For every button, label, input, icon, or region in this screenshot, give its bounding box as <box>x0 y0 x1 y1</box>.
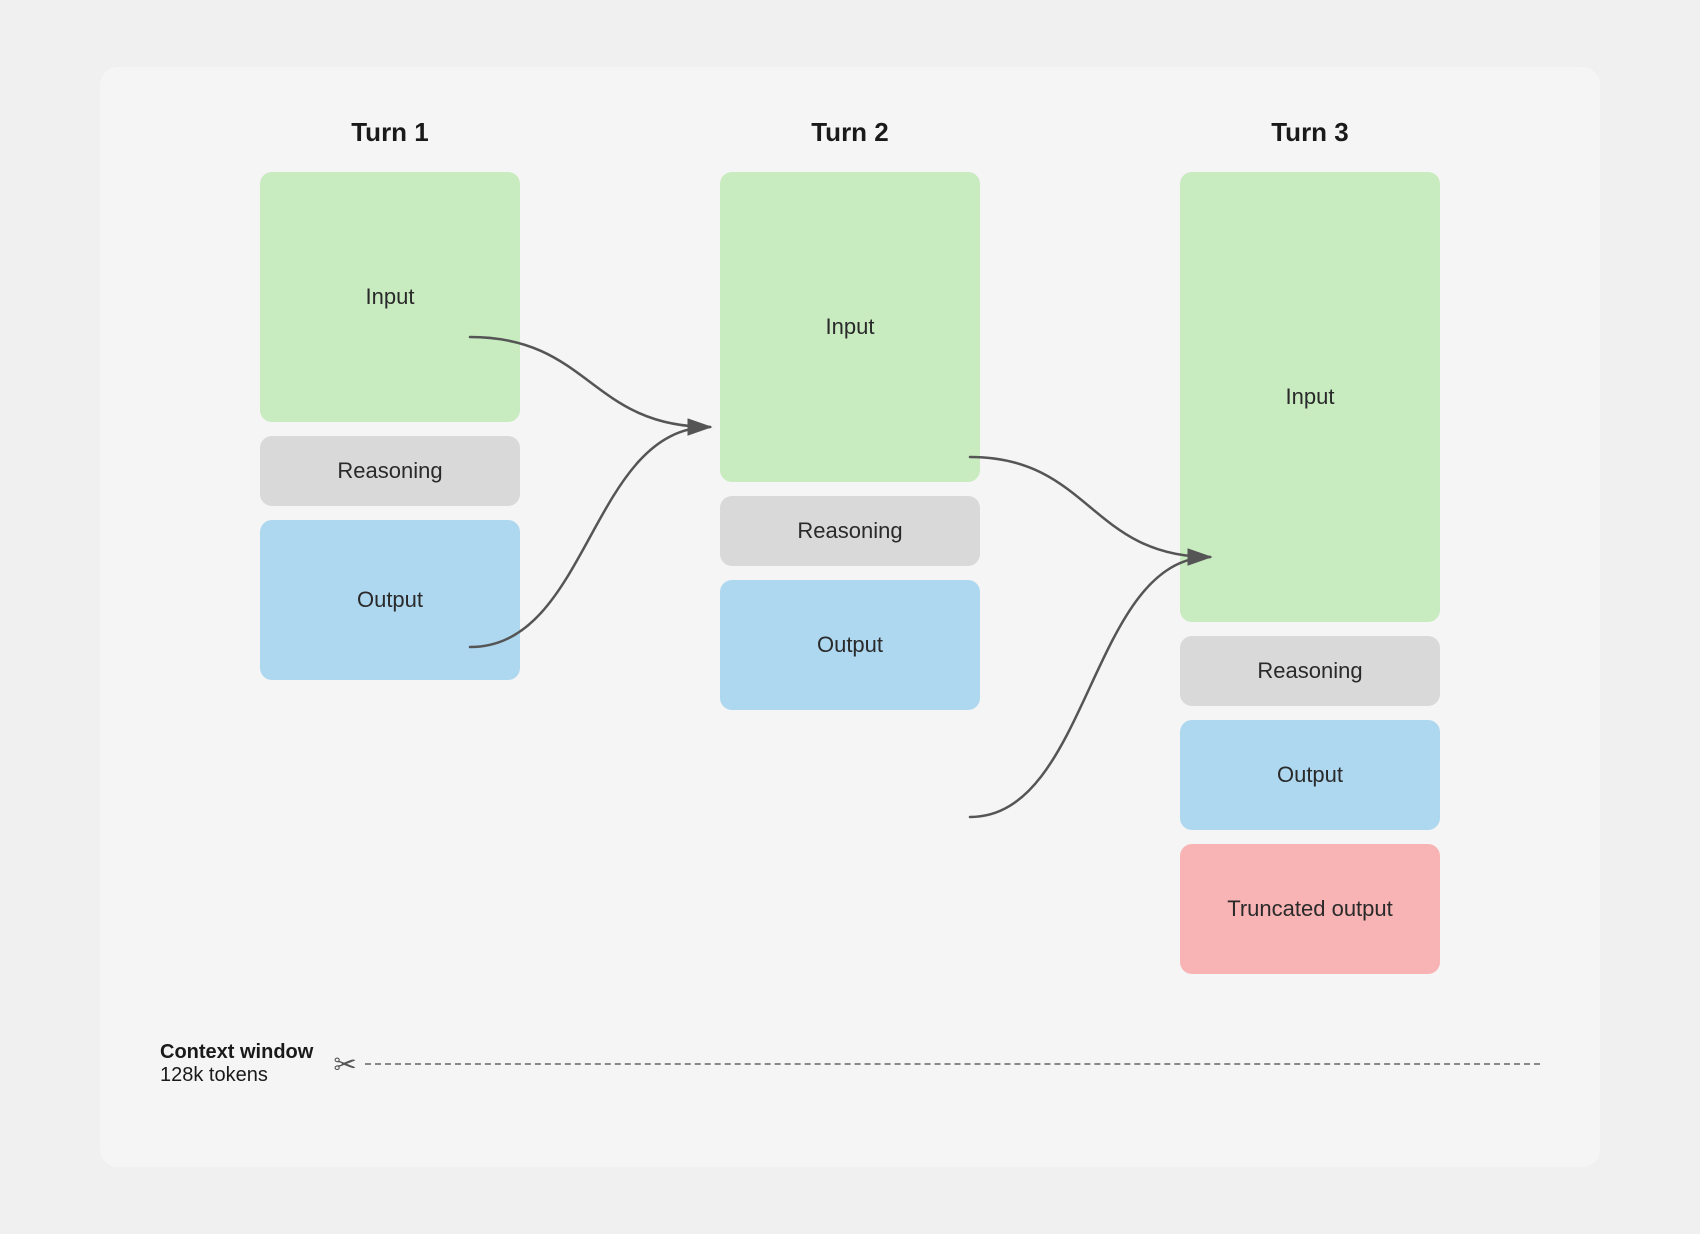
turns-row: Turn 1 Input Reasoning Output Turn 2 Inp… <box>160 117 1540 974</box>
turn2-input-block: Input <box>720 172 980 482</box>
turn2-column: Turn 2 Input Reasoning Output <box>710 117 990 710</box>
context-label-bold: Context window <box>160 1041 313 1064</box>
turn3-output-block: Output <box>1180 720 1440 830</box>
turn1-title: Turn 1 <box>351 117 429 148</box>
turn2-output-block: Output <box>720 580 980 710</box>
turn2-reasoning-block: Reasoning <box>720 496 980 566</box>
context-label: Context window 128k tokens <box>160 1041 313 1087</box>
context-label-sub: 128k tokens <box>160 1064 313 1087</box>
context-dashed-line <box>365 1063 1540 1065</box>
diagram-container: Turn 1 Input Reasoning Output Turn 2 Inp… <box>100 67 1600 1167</box>
turn3-reasoning-block: Reasoning <box>1180 636 1440 706</box>
scissors-icon: ✂ <box>333 1048 356 1081</box>
turn3-title: Turn 3 <box>1271 117 1349 148</box>
turn2-title: Turn 2 <box>811 117 889 148</box>
turn3-input-block: Input <box>1180 172 1440 622</box>
turn3-truncated-block: Truncated output <box>1180 844 1440 974</box>
turn1-column: Turn 1 Input Reasoning Output <box>250 117 530 680</box>
context-window-row: Context window 128k tokens ✂ <box>160 1041 1540 1087</box>
turn1-input-block: Input <box>260 172 520 422</box>
turn1-reasoning-block: Reasoning <box>260 436 520 506</box>
turn3-column: Turn 3 Input Reasoning Output Truncated … <box>1170 117 1450 974</box>
turn1-output-block: Output <box>260 520 520 680</box>
